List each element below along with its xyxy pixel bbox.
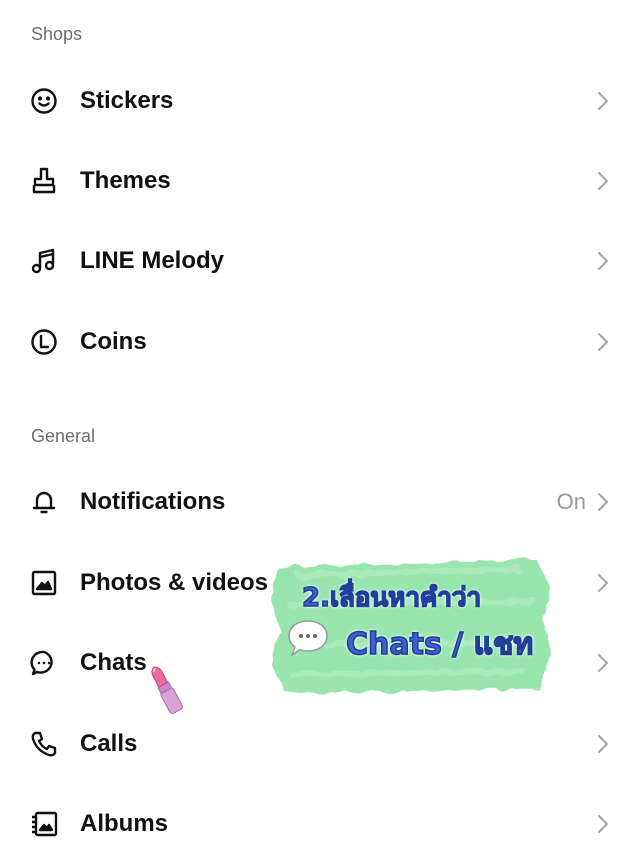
smiley-icon [29,86,59,116]
chevron-right-icon [596,332,610,352]
section-header-shops: Shops [31,24,83,44]
settings-item-albums[interactable]: Albums [0,784,640,853]
chevron-right-icon [596,573,610,593]
bell-icon [29,487,59,517]
phone-icon [29,729,59,759]
settings-item-label: Stickers [80,87,174,114]
settings-item-themes[interactable]: Themes [0,141,640,221]
settings-item-stickers[interactable]: Stickers [0,61,640,141]
settings-item-label: Chats [80,649,147,676]
annotation-text-line1: 2.เลื่อนหาคำว่า [301,582,482,614]
chevron-right-icon [596,734,610,754]
settings-screen: Shops Stickers Themes LINE Melody Coins … [0,0,640,853]
annotation-text-line2: Chats / แชท [345,626,534,663]
music-note-icon [29,246,59,276]
chat-bubble-icon [29,648,59,678]
settings-item-label: Notifications [80,488,226,515]
chevron-right-icon [596,91,610,111]
settings-item-label: Themes [80,167,171,194]
settings-item-calls[interactable]: Calls [0,704,640,784]
settings-item-notifications[interactable]: Notifications On [0,462,640,542]
chevron-right-icon [596,251,610,271]
section-header-general: General [31,426,96,446]
settings-item-label: Albums [80,810,169,837]
chevron-right-icon [596,492,610,512]
settings-item-label: Calls [80,730,138,757]
notifications-status: On [556,489,586,514]
brush-icon [29,166,59,196]
coin-icon [29,327,59,357]
lipstick-icon [146,660,186,720]
speech-bubble-icon [286,618,330,658]
settings-item-line-melody[interactable]: LINE Melody [0,221,640,301]
settings-item-label: Photos & videos [80,569,269,596]
chevron-right-icon [596,171,610,191]
settings-item-label: Coins [80,328,147,355]
album-icon [29,809,59,839]
photo-icon [29,568,59,598]
chevron-right-icon [596,814,610,834]
chevron-right-icon [596,653,610,673]
settings-item-coins[interactable]: Coins [0,302,640,382]
settings-item-label: LINE Melody [80,247,225,274]
